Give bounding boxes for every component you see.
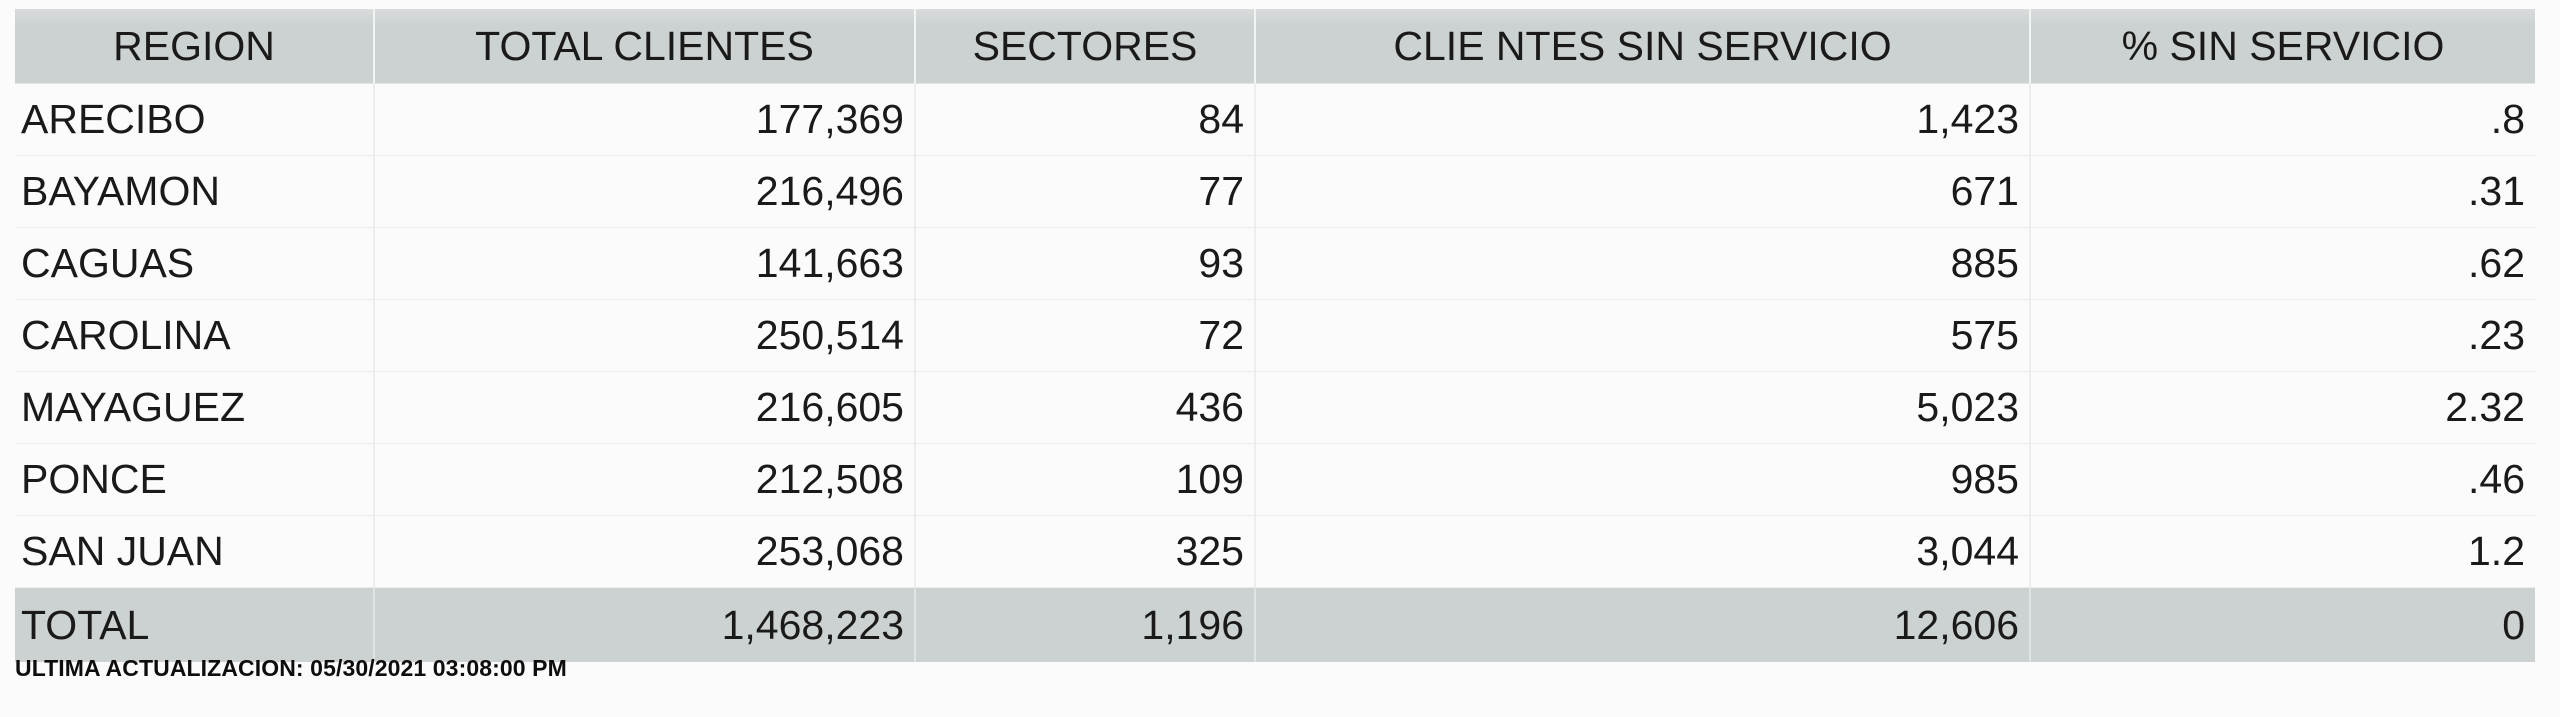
cell-region: CAROLINA [15,299,375,372]
table-row: BAYAMON 216,496 77 671 .31 [15,155,2535,228]
cell-region: ARECIBO [15,83,375,156]
column-header-sectores[interactable]: SECTORES [915,9,1256,84]
cell-pct-sin-servicio: 2.32 [2030,371,2535,444]
cell-total-clientes: 1,468,223 [374,587,916,662]
cell-pct-sin-servicio: .23 [2030,299,2535,372]
cell-sin-servicio: 885 [1255,227,2031,300]
cell-sin-servicio: 575 [1255,299,2031,372]
table-header-row: REGION TOTAL CLIENTES SECTORES CLIE NTES… [15,9,2535,84]
cell-region: BAYAMON [15,155,375,228]
last-update-label: ULTIMA ACTUALIZACION: 05/30/2021 03:08:0… [15,655,567,681]
outage-table-container: REGION TOTAL CLIENTES SECTORES CLIE NTES… [15,9,2535,662]
cell-region: MAYAGUEZ [15,371,375,444]
cell-clientes: 212,508 [374,443,916,516]
column-header-clientes-sin-servicio[interactable]: CLIE NTES SIN SERVICIO [1255,9,2031,84]
cell-sectores: 77 [915,155,1256,228]
cell-sectores: 436 [915,371,1256,444]
cell-sectores: 84 [915,83,1256,156]
table-row: CAROLINA 250,514 72 575 .23 [15,299,2535,372]
cell-sin-servicio: 1,423 [1255,83,2031,156]
column-header-total-clientes[interactable]: TOTAL CLIENTES [374,9,916,84]
cell-sectores: 325 [915,515,1256,588]
cell-clientes: 216,496 [374,155,916,228]
cell-sin-servicio: 5,023 [1255,371,2031,444]
table-body: ARECIBO 177,369 84 1,423 .8 BAYAMON 216,… [15,83,2535,662]
table-row: CAGUAS 141,663 93 885 .62 [15,227,2535,300]
cell-clientes: 141,663 [374,227,916,300]
cell-sin-servicio: 3,044 [1255,515,2031,588]
table-row: ARECIBO 177,369 84 1,423 .8 [15,83,2535,156]
cell-clientes: 216,605 [374,371,916,444]
cell-pct-sin-servicio: .31 [2030,155,2535,228]
table-row: SAN JUAN 253,068 325 3,044 1.2 [15,515,2535,588]
table-row: MAYAGUEZ 216,605 436 5,023 2.32 [15,371,2535,444]
cell-region: CAGUAS [15,227,375,300]
column-header-pct-sin-servicio[interactable]: % SIN SERVICIO [2030,9,2535,84]
cell-region: SAN JUAN [15,515,375,588]
cell-total-sin-servicio: 12,606 [1255,587,2031,662]
cell-total-label: TOTAL [15,587,375,662]
cell-clientes: 253,068 [374,515,916,588]
table-total-row: TOTAL 1,468,223 1,196 12,606 0 [15,587,2535,662]
cell-clientes: 177,369 [374,83,916,156]
cell-pct-sin-servicio: .62 [2030,227,2535,300]
cell-total-pct-sin-servicio: 0 [2030,587,2535,662]
report-page: REGION TOTAL CLIENTES SECTORES CLIE NTES… [0,0,2560,717]
cell-region: PONCE [15,443,375,516]
cell-clientes: 250,514 [374,299,916,372]
table-row: PONCE 212,508 109 985 .46 [15,443,2535,516]
cell-sin-servicio: 985 [1255,443,2031,516]
regional-outage-table: REGION TOTAL CLIENTES SECTORES CLIE NTES… [15,9,2535,662]
cell-sectores: 72 [915,299,1256,372]
column-header-region[interactable]: REGION [15,9,375,84]
cell-total-sectores: 1,196 [915,587,1256,662]
table-header: REGION TOTAL CLIENTES SECTORES CLIE NTES… [15,9,2535,84]
cell-sin-servicio: 671 [1255,155,2031,228]
cell-pct-sin-servicio: .46 [2030,443,2535,516]
cell-pct-sin-servicio: 1.2 [2030,515,2535,588]
cell-sectores: 93 [915,227,1256,300]
cell-pct-sin-servicio: .8 [2030,83,2535,156]
cell-sectores: 109 [915,443,1256,516]
